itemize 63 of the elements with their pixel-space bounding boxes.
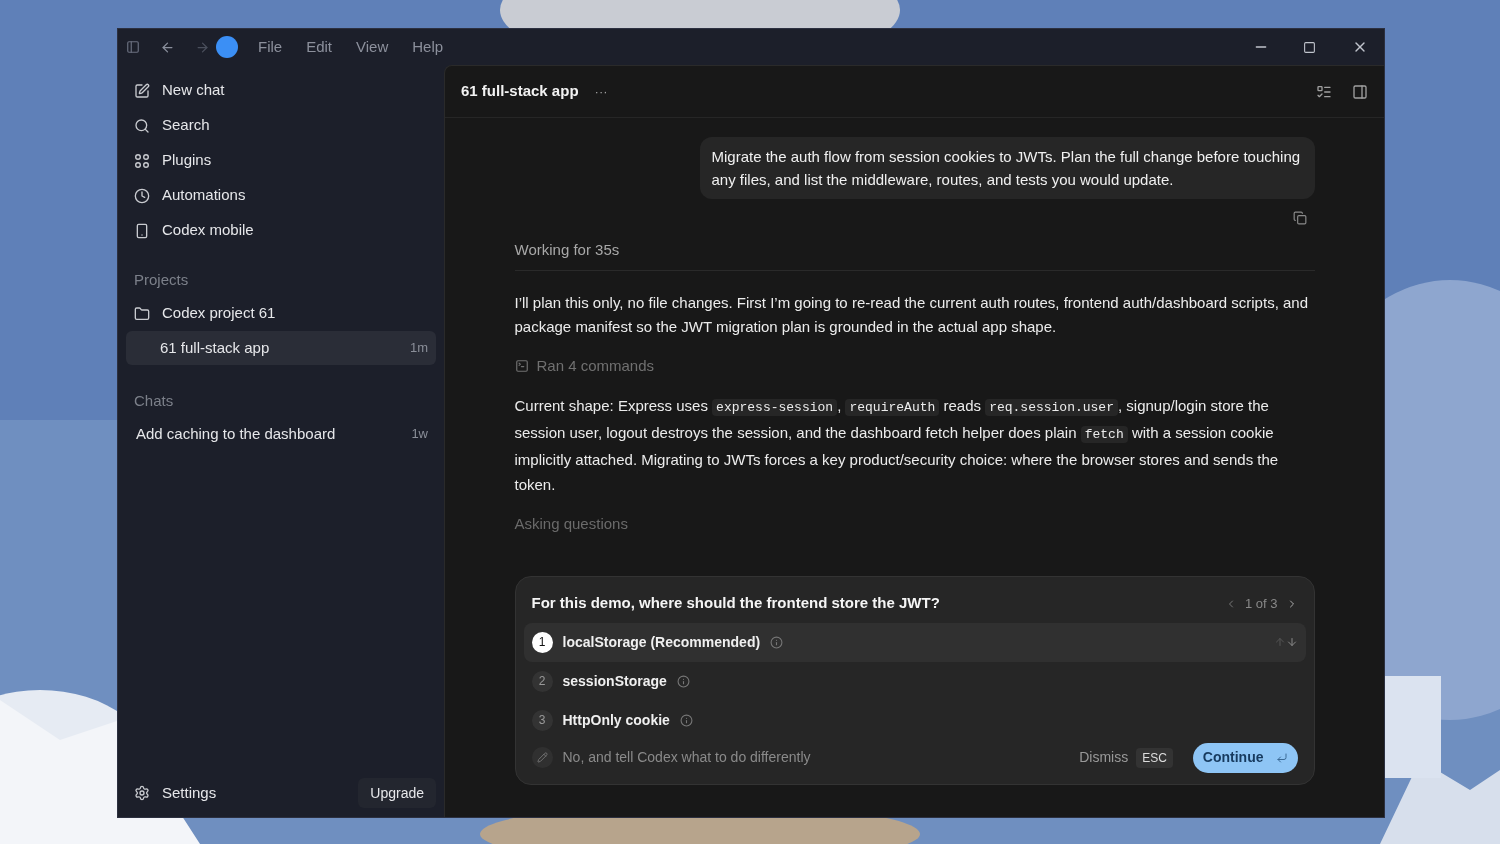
folder-icon bbox=[134, 305, 150, 322]
thread-age: 1m bbox=[409, 339, 428, 358]
project-item[interactable]: Codex project 61 bbox=[126, 296, 436, 331]
back-icon[interactable] bbox=[160, 39, 175, 55]
menu-item[interactable]: Edit bbox=[302, 35, 337, 59]
info-icon[interactable] bbox=[770, 635, 784, 649]
sidebar-item[interactable]: New chat bbox=[126, 73, 436, 108]
working-status: Working for 35s bbox=[514, 239, 1315, 271]
chat-age: 1w bbox=[411, 425, 428, 444]
menu-item[interactable]: File bbox=[254, 35, 287, 59]
dismiss-button[interactable]: Dismiss bbox=[1079, 747, 1129, 768]
section-heading: Chats bbox=[133, 390, 175, 411]
terminal-icon bbox=[514, 358, 529, 373]
sidebar-toggle-icon[interactable] bbox=[126, 40, 140, 54]
chat-item[interactable]: Add caching to the dashboard 1w bbox=[126, 417, 436, 451]
user-message: Migrate the auth flow from session cookies to JWTs. Plan the full change before touching any files, and list the middleware, routes, and tests you would update. bbox=[699, 137, 1315, 199]
answer-option[interactable]: 3 HttpOnly cookie bbox=[523, 700, 1306, 740]
asking-status: Asking questions bbox=[514, 514, 629, 534]
section-heading: Projects bbox=[133, 269, 190, 290]
profile-avatar[interactable] bbox=[216, 36, 238, 58]
thread-title: 61 full-stack app bbox=[461, 81, 579, 102]
maximize-icon[interactable] bbox=[1303, 40, 1316, 54]
question-pager: 1 of 3 bbox=[1244, 594, 1278, 613]
option-number: 3 bbox=[531, 709, 553, 731]
grid-icon bbox=[134, 152, 150, 169]
assistant-message: I’ll plan this only, no file changes. First I’m going to re-read the current auth routes, frontend auth/dashboard scripts, and package manifest so the JWT migration plan is grounded in the actual app shape. bbox=[514, 292, 1309, 337]
search-icon bbox=[134, 117, 150, 134]
thread-title: 61 full-stack app bbox=[160, 337, 271, 358]
list-icon[interactable] bbox=[1316, 83, 1332, 100]
chat-title: Add caching to the dashboard bbox=[136, 423, 337, 444]
pencil-icon bbox=[531, 747, 553, 768]
enter-icon bbox=[1275, 751, 1288, 764]
more-button[interactable]: ··· bbox=[594, 81, 608, 102]
settings-button[interactable]: Settings bbox=[126, 777, 225, 809]
clock-icon bbox=[134, 187, 150, 204]
phone-icon bbox=[134, 222, 150, 239]
menu-item[interactable]: Help bbox=[408, 35, 448, 59]
info-icon[interactable] bbox=[676, 674, 690, 688]
menu-item[interactable]: View bbox=[352, 35, 393, 59]
panel-icon[interactable] bbox=[1352, 83, 1368, 100]
sidebar-item[interactable]: Plugins bbox=[126, 143, 436, 178]
shortcut-key: ESC bbox=[1136, 747, 1173, 768]
thread-item[interactable]: 61 full-stack app 1m bbox=[126, 331, 436, 365]
other-answer-field[interactable]: No, and tell Codex what to do differently bbox=[562, 747, 1080, 768]
sidebar-item[interactable]: Automations bbox=[126, 178, 436, 213]
question-title: For this demo, where should the frontend store the JWT? bbox=[531, 593, 941, 614]
settings-icon bbox=[134, 785, 150, 801]
assistant-message: Current shape: Express uses express-session , requireAuth reads req.session.user , signup/login store the session user, logout destroys the session, and the dashboard fetch helper does plain fetch with a session cookie implicitly attached. Migrating to JWTs forces a key product/security choice: where the browser stores and sends the token. bbox=[514, 396, 1280, 495]
upgrade-button[interactable]: Upgrade bbox=[358, 778, 436, 808]
commands-summary[interactable]: Ran 4 commands bbox=[536, 354, 655, 377]
option-number: 2 bbox=[531, 670, 553, 692]
copy-icon[interactable] bbox=[1292, 211, 1307, 225]
option-label: localStorage (Recommended) bbox=[562, 632, 761, 652]
option-number: 1 bbox=[531, 631, 553, 653]
sidebar-item[interactable]: Codex mobile bbox=[126, 213, 436, 248]
edit-icon bbox=[134, 82, 150, 99]
option-label: sessionStorage bbox=[562, 671, 667, 691]
sidebar-item[interactable]: Search bbox=[126, 108, 436, 143]
option-label: HttpOnly cookie bbox=[562, 710, 670, 730]
answer-option[interactable]: 1 localStorage (Recommended) bbox=[523, 622, 1306, 662]
info-icon[interactable] bbox=[679, 713, 693, 727]
answer-option[interactable]: 2 sessionStorage bbox=[523, 661, 1306, 701]
continue-button[interactable]: Continue bbox=[1192, 742, 1298, 773]
